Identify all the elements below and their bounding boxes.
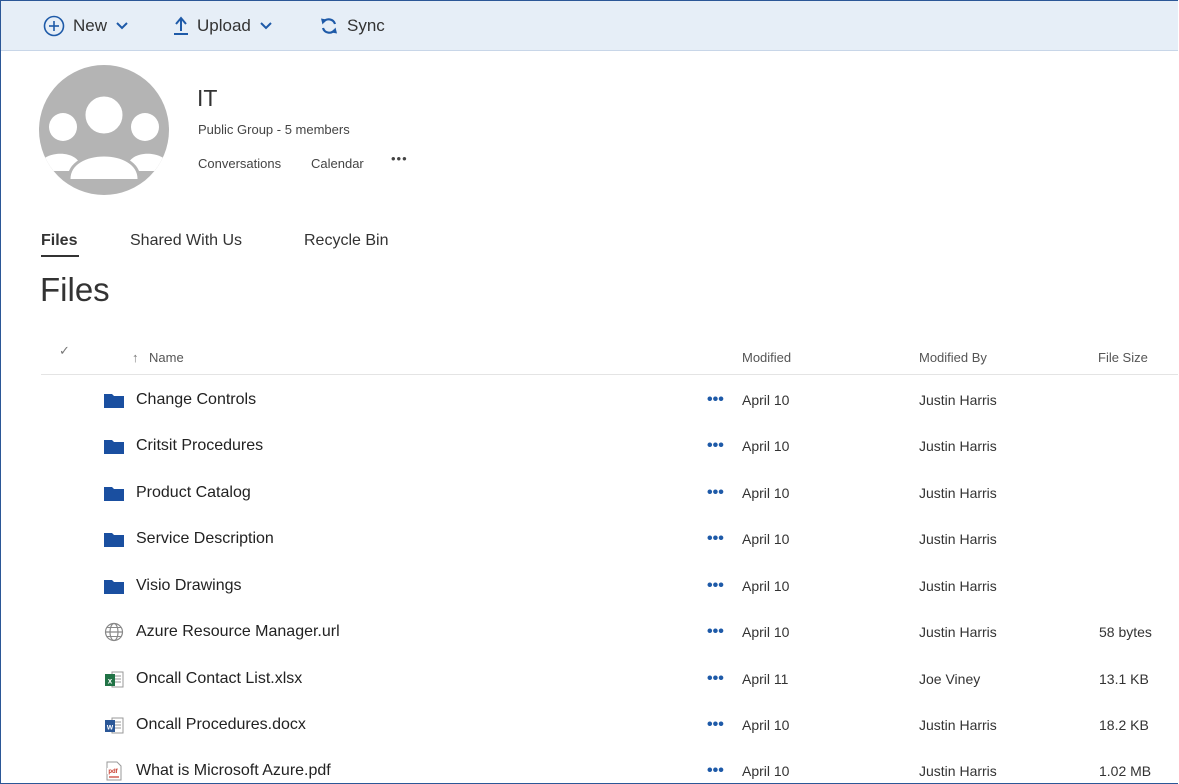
- more-options-icon[interactable]: •••: [707, 670, 724, 688]
- chevron-down-icon: [260, 21, 272, 29]
- modified-date: April 10: [742, 485, 790, 501]
- tab-shared-with-us[interactable]: Shared With Us: [130, 232, 242, 250]
- file-name-link[interactable]: Product Catalog: [136, 484, 251, 502]
- folder-icon: [103, 528, 125, 550]
- file-size: 13.1 KB: [1099, 671, 1149, 687]
- folder-icon: [103, 575, 125, 597]
- more-options-icon[interactable]: •••: [707, 437, 724, 455]
- group-avatar: [39, 65, 169, 195]
- upload-button[interactable]: Upload: [173, 1, 272, 50]
- table-row[interactable]: pdf What is Microsoft Azure.pdf ••• April 1…: [41, 749, 1178, 783]
- modified-by: Justin Harris: [919, 438, 997, 454]
- modified-by: Justin Harris: [919, 485, 997, 501]
- modified-by: Justin Harris: [919, 624, 997, 640]
- modified-by: Justin Harris: [919, 578, 997, 594]
- modified-date: April 10: [742, 624, 790, 640]
- sync-button-label: Sync: [347, 15, 385, 35]
- table-row[interactable]: Azure Resource Manager.url ••• April 10 Jus…: [41, 610, 1178, 656]
- svg-text:pdf: pdf: [108, 769, 118, 775]
- column-header-modified-by[interactable]: Modified By: [919, 350, 987, 365]
- sync-icon: [321, 17, 337, 34]
- command-bar: New Upload Sync: [1, 1, 1178, 51]
- file-size: 58 bytes: [1099, 624, 1152, 640]
- group-subtitle: Public Group - 5 members: [198, 122, 350, 137]
- modified-by: Joe Viney: [919, 671, 981, 687]
- chevron-down-icon: [116, 21, 128, 29]
- file-name-link[interactable]: Oncall Procedures.docx: [136, 716, 306, 734]
- modified-by: Justin Harris: [919, 392, 997, 408]
- table-row[interactable]: Product Catalog ••• April 10 Justin Harris: [41, 471, 1178, 517]
- group-name: IT: [197, 85, 218, 111]
- upload-button-label: Upload: [197, 15, 251, 35]
- modified-date: April 10: [742, 763, 790, 779]
- more-options-icon[interactable]: •••: [707, 484, 724, 502]
- folder-icon: [103, 389, 125, 411]
- folder-icon: [103, 482, 125, 504]
- table-row[interactable]: Change Controls ••• April 10 Justin Harris: [41, 378, 1178, 424]
- svg-text:x: x: [108, 677, 113, 686]
- modified-by: Justin Harris: [919, 763, 997, 779]
- new-button-label: New: [73, 15, 108, 35]
- upload-icon: [174, 15, 188, 35]
- active-tab-indicator: [41, 255, 79, 257]
- excel-icon: x: [103, 668, 125, 690]
- tab-files[interactable]: Files: [41, 232, 77, 250]
- group-avatar-icon: [39, 93, 169, 180]
- table-row[interactable]: Visio Drawings ••• April 10 Justin Harris: [41, 564, 1178, 610]
- table-row[interactable]: Critsit Procedures ••• April 10 Justin Harr…: [41, 424, 1178, 470]
- more-options-icon[interactable]: •••: [707, 530, 724, 548]
- table-row[interactable]: w Oncall Procedures.docx ••• April 10 Justin…: [41, 703, 1178, 749]
- calendar-link[interactable]: Calendar: [311, 156, 364, 171]
- folder-icon: [103, 435, 125, 457]
- app-frame: New Upload Sync IT Public Group - 5 memb…: [0, 0, 1178, 784]
- file-size: 1.02 MB: [1099, 763, 1152, 779]
- column-header-name[interactable]: Name: [149, 350, 184, 365]
- svg-text:w: w: [106, 723, 114, 732]
- conversations-link[interactable]: Conversations: [198, 156, 281, 171]
- more-options-icon[interactable]: •••: [707, 391, 724, 409]
- table-row[interactable]: x Oncall Contact List.xlsx ••• April 11 Joe …: [41, 657, 1178, 703]
- select-all-checkbox[interactable]: ✓: [59, 343, 70, 359]
- modified-date: April 10: [742, 717, 790, 733]
- new-button[interactable]: New: [43, 1, 128, 50]
- tab-recycle-bin[interactable]: Recycle Bin: [304, 232, 388, 250]
- file-name-link[interactable]: Service Description: [136, 530, 274, 548]
- more-options-icon[interactable]: •••: [707, 623, 724, 641]
- modified-date: April 10: [742, 392, 790, 408]
- modified-date: April 11: [742, 671, 789, 687]
- pdf-icon: pdf: [103, 760, 125, 782]
- sort-arrow-icon[interactable]: ↑: [132, 350, 139, 365]
- page-title: Files: [40, 271, 110, 308]
- globe-icon: [103, 621, 125, 643]
- more-options-icon[interactable]: •••: [707, 577, 724, 595]
- table-row[interactable]: Service Description ••• April 10 Justin Har…: [41, 517, 1178, 563]
- more-options-icon[interactable]: •••: [707, 762, 724, 780]
- file-name-link[interactable]: What is Microsoft Azure.pdf: [136, 762, 331, 780]
- add-circle-icon: [43, 15, 65, 36]
- file-size: 18.2 KB: [1099, 717, 1149, 733]
- header-divider: [41, 374, 1178, 375]
- file-name-link[interactable]: Visio Drawings: [136, 577, 242, 595]
- column-header-file-size[interactable]: File Size: [1098, 350, 1148, 365]
- modified-date: April 10: [742, 578, 790, 594]
- file-name-link[interactable]: Azure Resource Manager.url: [136, 623, 340, 641]
- file-name-link[interactable]: Change Controls: [136, 391, 256, 409]
- sync-button[interactable]: Sync: [319, 1, 385, 50]
- word-icon: w: [103, 714, 125, 736]
- more-options-icon[interactable]: •••: [707, 716, 724, 734]
- file-name-link[interactable]: Critsit Procedures: [136, 437, 263, 455]
- group-more-icon[interactable]: •••: [391, 151, 408, 166]
- modified-by: Justin Harris: [919, 531, 997, 547]
- modified-date: April 10: [742, 531, 790, 547]
- modified-by: Justin Harris: [919, 717, 997, 733]
- column-header-modified[interactable]: Modified: [742, 350, 791, 365]
- modified-date: April 10: [742, 438, 790, 454]
- file-name-link[interactable]: Oncall Contact List.xlsx: [136, 670, 302, 688]
